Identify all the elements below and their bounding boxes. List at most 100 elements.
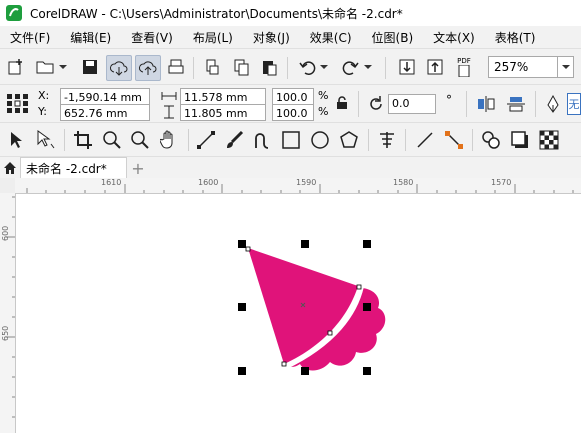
mirror-vertical-button[interactable]	[505, 94, 527, 114]
pen-tool-button[interactable]	[543, 94, 563, 114]
save-button[interactable]	[80, 57, 100, 77]
cut-button[interactable]	[202, 57, 222, 77]
toolbox	[0, 122, 581, 157]
export-button[interactable]	[425, 57, 445, 77]
object-origin-button[interactable]	[4, 91, 32, 117]
menu-effects[interactable]: 效果(C)	[300, 29, 362, 46]
menu-text[interactable]: 文本(X)	[423, 29, 485, 46]
open-button[interactable]	[34, 57, 56, 77]
undo-dropdown-button[interactable]	[319, 61, 329, 73]
import-button[interactable]	[397, 57, 417, 77]
crop-tool-button[interactable]	[72, 129, 94, 151]
menu-object[interactable]: 对象(J)	[243, 29, 300, 46]
separator	[535, 91, 536, 117]
drop-shadow-icon	[511, 131, 528, 148]
tab-document[interactable]: 未命名 -2.cdr*	[20, 157, 127, 179]
polygon-tool-button[interactable]	[338, 129, 360, 151]
blend-icon	[482, 131, 500, 149]
x-label: X:	[38, 89, 50, 102]
undo-icon	[299, 61, 316, 75]
hand-icon	[160, 130, 173, 149]
menu-bitmaps[interactable]: 位图(B)	[362, 29, 424, 46]
open-dropdown-button[interactable]	[58, 61, 68, 73]
connector-tool-button[interactable]	[443, 129, 465, 151]
cloud-download-button[interactable]	[106, 55, 132, 81]
redo-button[interactable]	[341, 57, 361, 77]
text-tool-button[interactable]	[375, 129, 399, 151]
lock-ratio-button[interactable]	[334, 95, 350, 111]
document-tab-bar: 未命名 -2.cdr* +	[0, 156, 581, 179]
import-icon	[399, 59, 415, 75]
vertical-ruler[interactable]: 600 650	[0, 193, 16, 433]
overflow-text: 无	[568, 98, 580, 111]
add-tab-button[interactable]: +	[129, 158, 147, 178]
scale-x-input[interactable]: 100.0	[272, 88, 314, 105]
rectangle-tool-button[interactable]	[280, 129, 302, 151]
publish-pdf-button[interactable]: PDF	[452, 55, 476, 79]
zoom-dropdown-button[interactable]	[558, 56, 574, 78]
blend-tool-button[interactable]	[480, 129, 502, 151]
print-button[interactable]	[166, 57, 186, 77]
ellipse-tool-button[interactable]	[309, 129, 331, 151]
menu-table[interactable]: 表格(T)	[485, 29, 546, 46]
rotation-angle-input[interactable]: 0.0	[388, 94, 436, 114]
artistic-media-tool-button[interactable]	[223, 129, 245, 151]
bezier-tool-button[interactable]	[251, 129, 273, 151]
y-position-input[interactable]: 652.76 mm	[60, 104, 150, 121]
drawing-canvas[interactable]	[16, 194, 581, 433]
dimension-tool-button[interactable]	[414, 129, 436, 151]
paste-button[interactable]	[259, 57, 279, 77]
menu-view[interactable]: 查看(V)	[121, 29, 183, 46]
horizontal-ruler[interactable]: 1610 1600 1590 1580 1570	[15, 178, 581, 194]
undo-button[interactable]	[297, 57, 317, 77]
ruler-corner[interactable]	[0, 178, 16, 194]
pan-tool-button[interactable]	[158, 129, 180, 151]
separator	[368, 129, 369, 151]
property-bar: X: Y: -1,590.14 mm 652.76 mm 11.578 mm 1…	[0, 84, 581, 123]
menu-layout[interactable]: 布局(L)	[183, 29, 243, 46]
transparency-tool-button[interactable]	[538, 129, 560, 151]
copy-icon	[234, 59, 249, 76]
separator	[472, 129, 473, 151]
height-icon	[164, 105, 174, 119]
mirror-horizontal-button[interactable]	[475, 94, 497, 114]
height-input[interactable]: 11.805 mm	[180, 104, 266, 121]
tab-document-label: 未命名 -2.cdr*	[26, 162, 107, 176]
chevron-down-icon	[320, 65, 328, 69]
separator	[188, 129, 189, 151]
separator	[405, 129, 406, 151]
menu-file[interactable]: 文件(F)	[0, 29, 60, 46]
home-button[interactable]	[2, 159, 18, 177]
scale-y-input[interactable]: 100.0	[272, 104, 314, 121]
separator	[193, 57, 194, 79]
x-position-input[interactable]: -1,590.14 mm	[60, 88, 150, 105]
h-ruler-label: 1590	[296, 178, 317, 187]
pick-tool-button[interactable]	[6, 129, 26, 151]
scale-x-percent: %	[318, 89, 329, 102]
h-ruler-label: 1580	[393, 178, 414, 187]
new-document-button[interactable]	[6, 57, 26, 77]
copy-button[interactable]	[231, 57, 251, 77]
cloud-upload-button[interactable]	[135, 55, 161, 81]
separator	[64, 129, 65, 151]
freehand-tool-button[interactable]	[195, 129, 217, 151]
drop-shadow-tool-button[interactable]	[509, 129, 531, 151]
checkerboard-icon	[539, 130, 559, 150]
v-ruler-label: 600	[1, 225, 10, 241]
zoom-level-input[interactable]: 257%	[488, 56, 558, 78]
scale-y-percent: %	[318, 105, 329, 118]
add-tab-label: +	[131, 158, 145, 178]
width-input[interactable]: 11.578 mm	[180, 88, 266, 105]
pan-zoom-tool-button[interactable]	[129, 129, 151, 151]
menu-edit[interactable]: 编辑(E)	[60, 29, 121, 46]
paste-icon	[263, 61, 277, 76]
overflow-field[interactable]: 无	[567, 93, 581, 115]
canvas-artwork	[238, 240, 386, 375]
separator	[466, 91, 467, 117]
redo-dropdown-button[interactable]	[363, 61, 373, 73]
separator	[358, 91, 359, 117]
h-ruler-label: 1600	[198, 178, 219, 187]
mirror-vertical-icon	[507, 97, 525, 112]
zoom-tool-button[interactable]	[101, 129, 123, 151]
shape-tool-button[interactable]	[34, 129, 58, 151]
